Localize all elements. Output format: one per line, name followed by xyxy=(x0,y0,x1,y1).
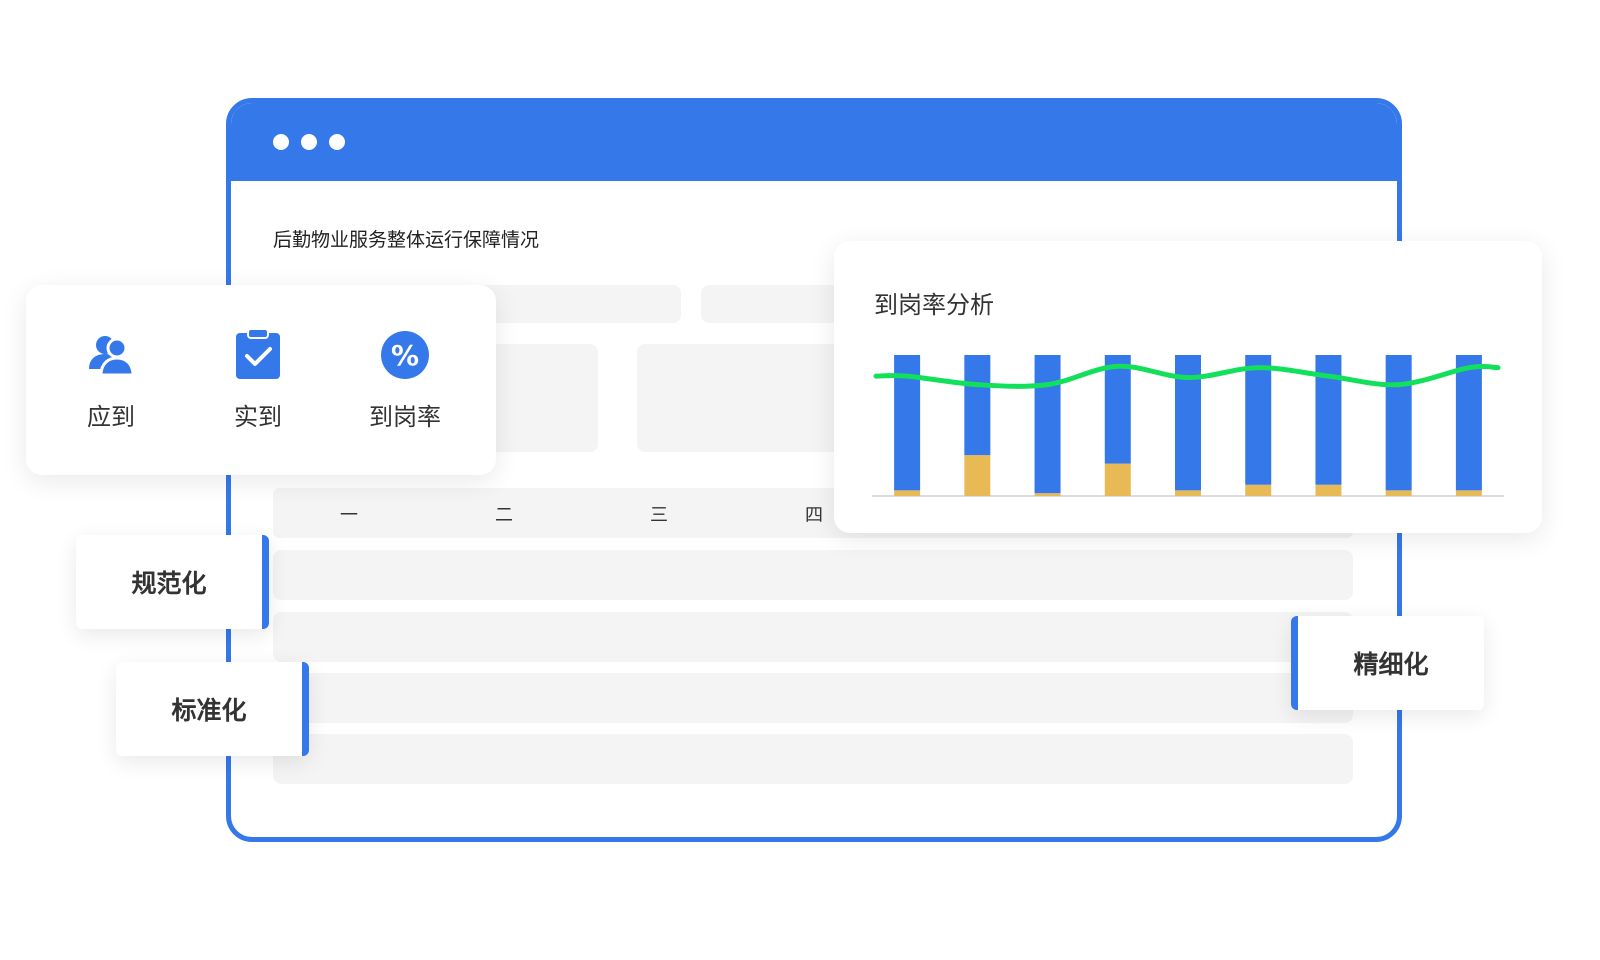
stat-label: 应到 xyxy=(87,403,135,431)
clipboard-check-icon xyxy=(236,328,280,379)
table-row xyxy=(273,612,1353,662)
chart-bar-segment xyxy=(1104,355,1131,464)
table-row xyxy=(273,734,1353,784)
chart-plot xyxy=(872,355,1504,497)
stat-label: 到岗率 xyxy=(369,403,441,431)
chart-bar-segment xyxy=(1245,484,1272,496)
table-row xyxy=(273,550,1353,600)
chart-bar-segment xyxy=(1034,355,1061,494)
attendance-stats-card: 应到 实到 % 到岗率 xyxy=(26,285,496,475)
page-title: 后勤物业服务整体运行保障情况 xyxy=(273,229,540,251)
table-header-cell: 二 xyxy=(495,505,513,526)
tag-standardize: 标准化 xyxy=(116,662,309,756)
chart-bar-segment xyxy=(964,355,991,456)
chart-bar-segment xyxy=(1455,490,1482,496)
table-header-cell: 三 xyxy=(650,505,668,526)
window-dot-icon[interactable] xyxy=(301,134,317,150)
chart-bar-segment xyxy=(1175,490,1201,496)
table-header-cell: 四 xyxy=(805,505,823,526)
chart-bar-segment xyxy=(1315,484,1342,496)
placeholder-block xyxy=(637,344,857,452)
window-dot-icon[interactable] xyxy=(329,134,345,150)
chart-bar-segment xyxy=(964,455,991,496)
stat-expected: 应到 xyxy=(51,325,171,432)
users-icon xyxy=(89,336,135,377)
stat-actual: 实到 xyxy=(198,325,318,432)
chart-bar-segment xyxy=(1245,355,1272,485)
chart-bar-segment xyxy=(894,490,921,496)
stat-rate: % 到岗率 xyxy=(345,325,465,432)
tag-refine: 精细化 xyxy=(1291,616,1484,710)
attendance-rate-chart-card: 到岗率分析 xyxy=(834,241,1542,533)
chart-bar-segment xyxy=(1455,355,1482,491)
chart-bar-segment xyxy=(1385,355,1412,491)
window-titlebar xyxy=(231,103,1397,181)
percent-icon: % xyxy=(381,331,429,379)
stat-label: 实到 xyxy=(234,403,282,431)
svg-text:%: % xyxy=(391,339,419,372)
table-row xyxy=(273,673,1353,723)
table-header-cell: 一 xyxy=(340,505,358,526)
tag-normalize: 规范化 xyxy=(76,535,269,629)
chart-bar-segment xyxy=(1385,490,1412,496)
window-dot-icon[interactable] xyxy=(273,134,289,150)
chart-bar-segment xyxy=(1034,493,1061,496)
chart-bar-segment xyxy=(1104,463,1131,496)
